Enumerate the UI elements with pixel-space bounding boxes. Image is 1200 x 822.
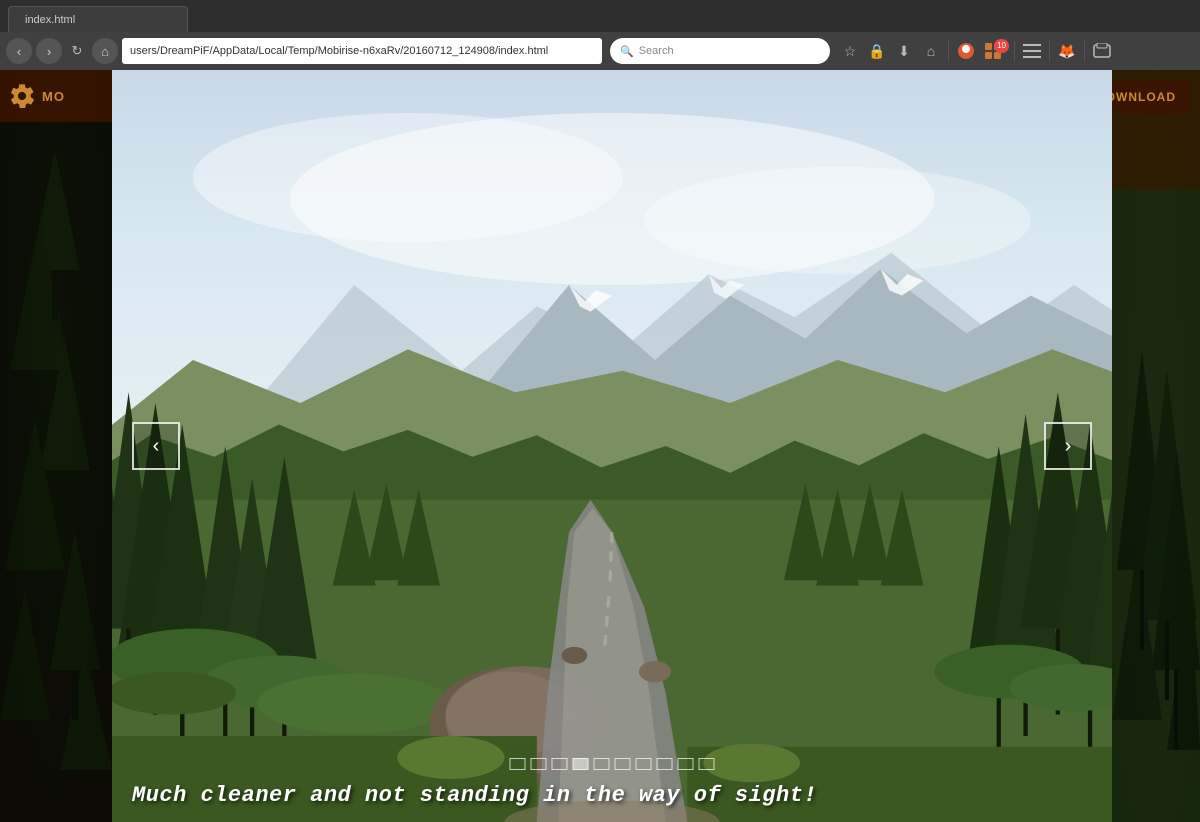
next-icon: › (1065, 435, 1072, 458)
dot-10[interactable] (699, 758, 715, 770)
dot-4[interactable] (573, 758, 589, 770)
app-container: MO (0, 70, 1200, 822)
dot-5[interactable] (594, 758, 610, 770)
sidebar-forest-left (0, 70, 112, 822)
gear-icon (8, 82, 36, 110)
browser-chrome: index.html ‹ › ↻ ⌂ users/DreamPiF/AppDat… (0, 0, 1200, 70)
dot-1[interactable] (510, 758, 526, 770)
tab-title: index.html (25, 14, 75, 26)
home-button[interactable]: ⌂ (92, 38, 118, 64)
badge-count: 10 (994, 39, 1009, 53)
slider-dots (510, 758, 715, 770)
slider-caption: Much cleaner and not standing in the way… (112, 783, 1112, 808)
download-label: DOWNLOAD (1112, 90, 1176, 104)
duck-button[interactable] (954, 39, 978, 63)
separator-1 (948, 41, 949, 61)
forward-button[interactable]: › (36, 38, 62, 64)
download-button[interactable]: DOWNLOAD (1112, 80, 1190, 114)
extra-button-2[interactable] (1090, 39, 1114, 63)
app-name: MO (42, 89, 65, 104)
browser-tabs: index.html (0, 0, 1200, 32)
search-placeholder: Search (639, 45, 674, 57)
separator-3 (1049, 41, 1050, 61)
dot-3[interactable] (552, 758, 568, 770)
address-text: users/DreamPiF/AppData/Local/Temp/Mobiri… (130, 45, 548, 57)
separator-4 (1084, 41, 1085, 61)
sidebar-left: MO (0, 70, 112, 822)
dot-2[interactable] (531, 758, 547, 770)
back-button[interactable]: ‹ (6, 38, 32, 64)
slider-main: ‹ › Much cleaner and not standing in the… (112, 70, 1112, 822)
landscape-svg (112, 70, 1112, 822)
search-icon: 🔍 (620, 45, 634, 58)
address-bar[interactable]: users/DreamPiF/AppData/Local/Temp/Mobiri… (122, 38, 602, 64)
caption-text: Much cleaner and not standing in the way… (132, 783, 817, 808)
dot-8[interactable] (657, 758, 673, 770)
reload-button[interactable]: ↻ (66, 40, 88, 62)
sidebar-right: DOWNLOAD (1112, 70, 1200, 822)
lock-button[interactable]: 🔒 (865, 39, 889, 63)
sidebar-forest-right (1112, 70, 1200, 822)
slider-image (112, 70, 1112, 822)
extra-button-1[interactable]: 🦊 (1055, 39, 1079, 63)
dot-6[interactable] (615, 758, 631, 770)
search-bar[interactable]: 🔍 Search (610, 38, 830, 64)
home-nav-button[interactable]: ⌂ (919, 39, 943, 63)
slider-prev-button[interactable]: ‹ (132, 422, 180, 470)
bookmark-button[interactable]: ☆ (838, 39, 862, 63)
download-nav-button[interactable]: ⬇ (892, 39, 916, 63)
slider-next-button[interactable]: › (1044, 422, 1092, 470)
separator-2 (1014, 41, 1015, 61)
browser-toolbar: ‹ › ↻ ⌂ users/DreamPiF/AppData/Local/Tem… (0, 32, 1200, 70)
browser-tab[interactable]: index.html (8, 6, 188, 32)
dot-7[interactable] (636, 758, 652, 770)
toolbar-icons: ☆ 🔒 ⬇ ⌂ 10 🦊 (838, 39, 1114, 63)
dot-9[interactable] (678, 758, 694, 770)
badge-button: 10 (981, 39, 1009, 63)
prev-icon: ‹ (153, 435, 160, 458)
app-header: MO (0, 70, 112, 122)
menu-button[interactable] (1020, 39, 1044, 63)
